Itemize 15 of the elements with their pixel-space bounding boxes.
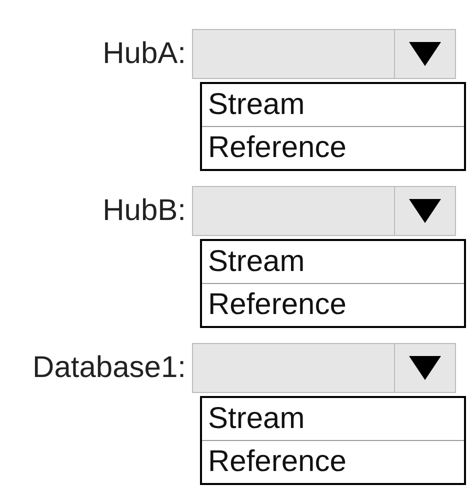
- dropdown-field[interactable]: [192, 29, 456, 79]
- dropdown-option[interactable]: Reference: [202, 440, 464, 483]
- field-label: Database1:: [32, 351, 187, 385]
- dropdown-option[interactable]: Reference: [202, 283, 464, 326]
- field-label: HubA:: [102, 37, 187, 71]
- dropdown-field[interactable]: [192, 343, 456, 393]
- dropdown-field[interactable]: [192, 186, 456, 236]
- dropdown-option[interactable]: Reference: [202, 126, 464, 169]
- dropdown-arrow-icon: [409, 356, 441, 380]
- dropdown-option[interactable]: Stream: [202, 84, 464, 126]
- dropdown-option[interactable]: Stream: [202, 241, 464, 283]
- field-label: HubB:: [102, 194, 187, 228]
- dropdown-arrow-icon: [409, 199, 441, 223]
- dropdown-arrow-icon: [409, 42, 441, 66]
- dropdown-option[interactable]: Stream: [202, 398, 464, 440]
